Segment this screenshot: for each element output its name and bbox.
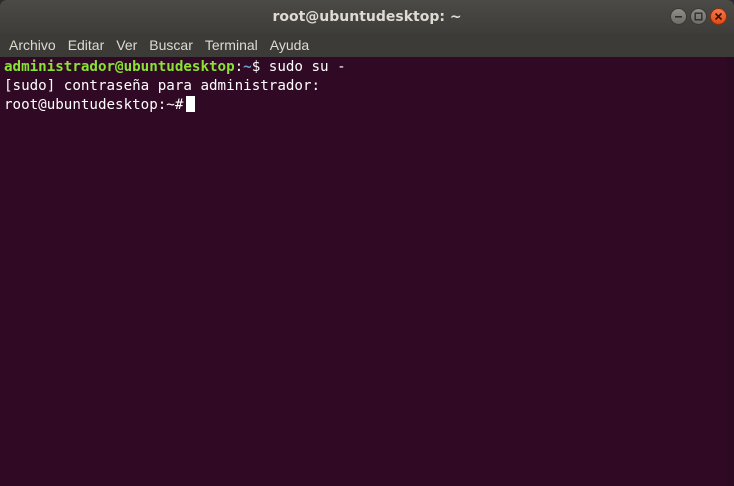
window-controls — [670, 8, 727, 26]
menu-archivo[interactable]: Archivo — [3, 33, 62, 57]
command-text: sudo su - — [260, 59, 346, 75]
prompt-char: $ — [251, 59, 261, 75]
text-cursor — [186, 96, 196, 112]
terminal-line: root@ubuntudesktop:~# — [4, 96, 727, 115]
menu-buscar[interactable]: Buscar — [143, 33, 199, 57]
maximize-icon — [694, 12, 703, 21]
sudo-password-prompt: [sudo] contraseña para administrador: — [4, 78, 321, 94]
window-title: root@ubuntudesktop: ~ — [272, 9, 462, 25]
close-button[interactable] — [710, 8, 727, 25]
prompt-path: ~ — [243, 59, 252, 75]
scrollbar[interactable] — [727, 57, 734, 486]
prompt-user-host: administrador@ubuntudesktop — [4, 59, 235, 75]
menu-terminal[interactable]: Terminal — [199, 33, 264, 57]
terminal-line: administrador@ubuntudesktop:~$ sudo su - — [4, 58, 727, 77]
terminal-window: root@ubuntudesktop: ~ Archivo Editar Ver — [0, 0, 734, 486]
menu-bar: Archivo Editar Ver Buscar Terminal Ayuda — [0, 33, 734, 57]
close-icon — [714, 12, 723, 21]
maximize-button[interactable] — [690, 8, 707, 25]
prompt-separator: : — [234, 59, 244, 75]
terminal-output[interactable]: administrador@ubuntudesktop:~$ sudo su -… — [0, 57, 727, 486]
terminal-line: [sudo] contraseña para administrador: — [4, 77, 727, 96]
menu-ver[interactable]: Ver — [110, 33, 143, 57]
minimize-icon — [675, 16, 682, 18]
minimize-button[interactable] — [670, 8, 687, 25]
menu-ayuda[interactable]: Ayuda — [264, 33, 315, 57]
menu-editar[interactable]: Editar — [62, 33, 111, 57]
root-prompt: root@ubuntudesktop:~# — [4, 97, 184, 113]
title-bar[interactable]: root@ubuntudesktop: ~ — [0, 0, 734, 33]
